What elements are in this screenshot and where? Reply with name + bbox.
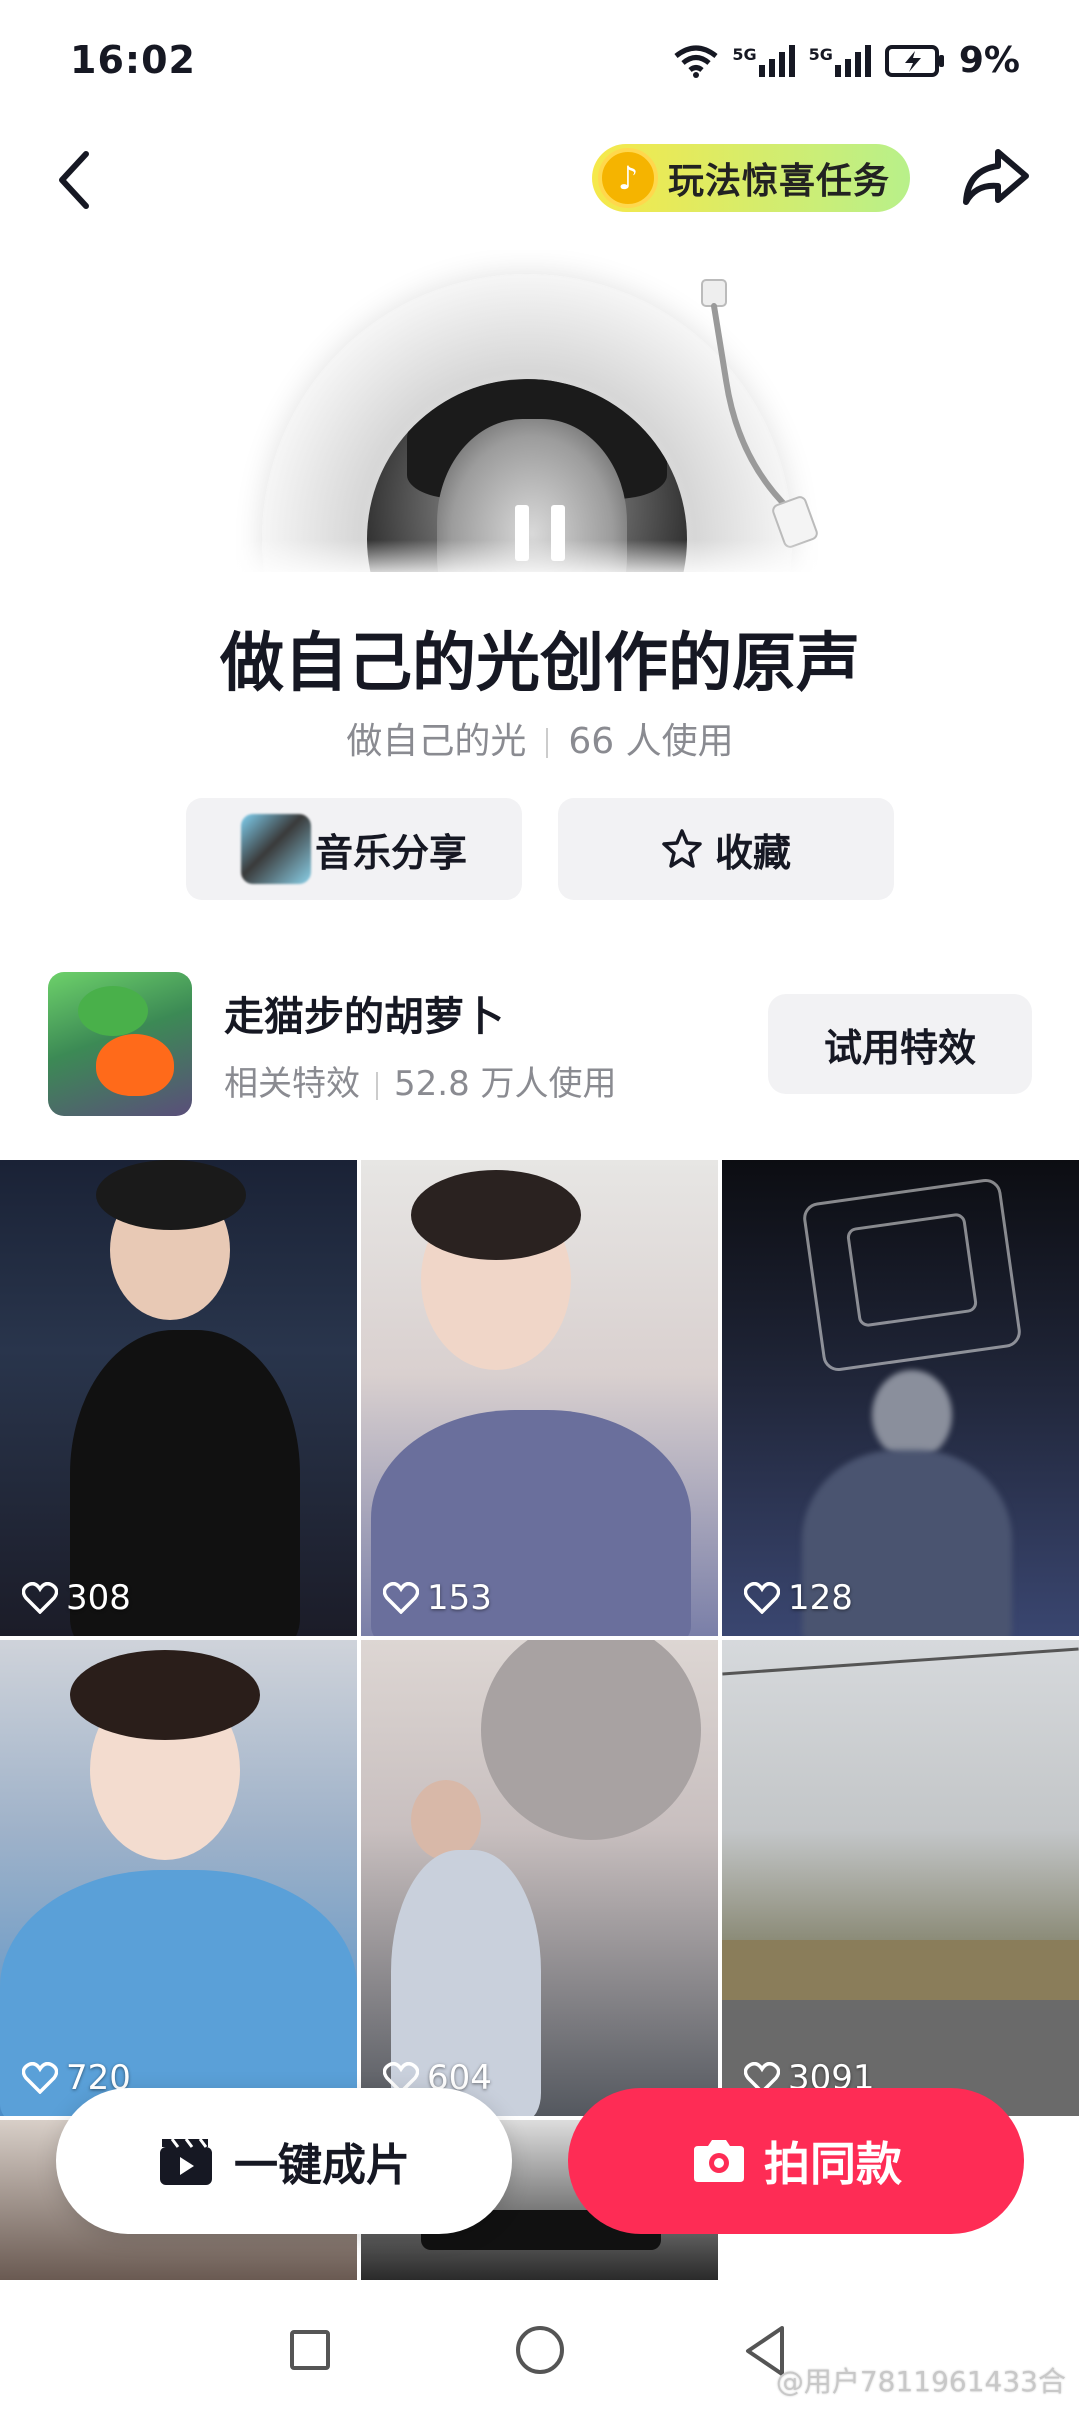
one-click-create-button[interactable]: 一键成片 (56, 2088, 512, 2234)
effect-meta: 相关特效 52.8 万人使用 (224, 1056, 617, 1105)
status-icons: 5G 5G 9% (674, 40, 1020, 81)
chevron-left-icon (59, 151, 89, 209)
camera-icon (694, 2140, 744, 2182)
video-tile[interactable]: 604 (361, 1640, 718, 2116)
song-meta: 做自己的光 66 人使用 (0, 712, 1080, 764)
one-click-label: 一键成片 (234, 2140, 410, 2191)
promo-task-button[interactable]: ♪ 玩法惊喜任务 (592, 144, 910, 212)
tonearm-icon (701, 279, 818, 548)
clapperboard-icon (160, 2138, 212, 2185)
collect-button[interactable]: 收藏 (558, 798, 894, 900)
watermark: @用户7811961433合 (775, 2365, 1066, 2398)
music-record[interactable] (170, 250, 910, 572)
status-time: 16:02 (70, 38, 196, 82)
effect-thumbnail[interactable] (48, 972, 192, 1116)
song-artist[interactable]: 做自己的光 (346, 721, 526, 762)
song-title: 做自己的光创作的原声 (220, 627, 860, 701)
video-tile[interactable]: 308 (0, 1160, 357, 1636)
effect-usage: 52.8 万人使用 (394, 1064, 617, 1104)
video-tile[interactable]: 153 (361, 1160, 718, 1636)
promo-label: 玩法惊喜任务 (668, 161, 891, 202)
network-type-2: 5G (808, 44, 833, 64)
try-effect-button[interactable]: 试用特效 (768, 994, 1032, 1094)
status-bar: 16:02 5G 5G 9% (0, 0, 1080, 120)
share-button[interactable] (958, 140, 1034, 216)
divider (546, 728, 549, 758)
heart-icon (22, 2062, 58, 2094)
effect-category: 相关特效 (224, 1064, 360, 1104)
music-share-button[interactable]: 音乐分享 (186, 798, 522, 900)
battery-icon (884, 44, 944, 77)
song-usage: 66 人使用 (568, 721, 734, 762)
music-share-label: 音乐分享 (314, 830, 467, 875)
tiktok-note-icon: ♪ (598, 148, 658, 208)
star-icon (662, 829, 702, 868)
effect-name[interactable]: 走猫步的胡萝卜 (224, 984, 504, 1042)
back-button[interactable] (44, 140, 104, 220)
like-count: 128 (744, 1578, 853, 1618)
like-count: 308 (22, 1578, 131, 1618)
home-icon[interactable] (516, 2326, 564, 2374)
battery-percent: 9% (958, 40, 1020, 81)
network-type-1: 5G (732, 44, 757, 64)
collect-label: 收藏 (714, 830, 791, 875)
video-tile[interactable]: 720 (0, 1640, 357, 2116)
shoot-same-button[interactable]: 拍同款 (568, 2088, 1024, 2234)
video-tile[interactable]: 3091 (722, 1640, 1079, 2116)
wifi-icon (674, 45, 718, 78)
heart-icon (383, 1582, 419, 1614)
avatar (240, 814, 311, 884)
divider (376, 1071, 378, 1100)
like-count: 153 (383, 1578, 492, 1618)
heart-icon (22, 1582, 58, 1614)
shoot-same-label: 拍同款 (764, 2137, 902, 2191)
signal-icon-2: 5G (808, 44, 871, 77)
heart-icon (744, 1582, 780, 1614)
video-tile[interactable]: 128 (722, 1160, 1079, 1636)
signal-icon-1: 5G (732, 44, 795, 77)
recents-icon[interactable] (290, 2330, 330, 2370)
share-arrow-icon (963, 149, 1029, 205)
